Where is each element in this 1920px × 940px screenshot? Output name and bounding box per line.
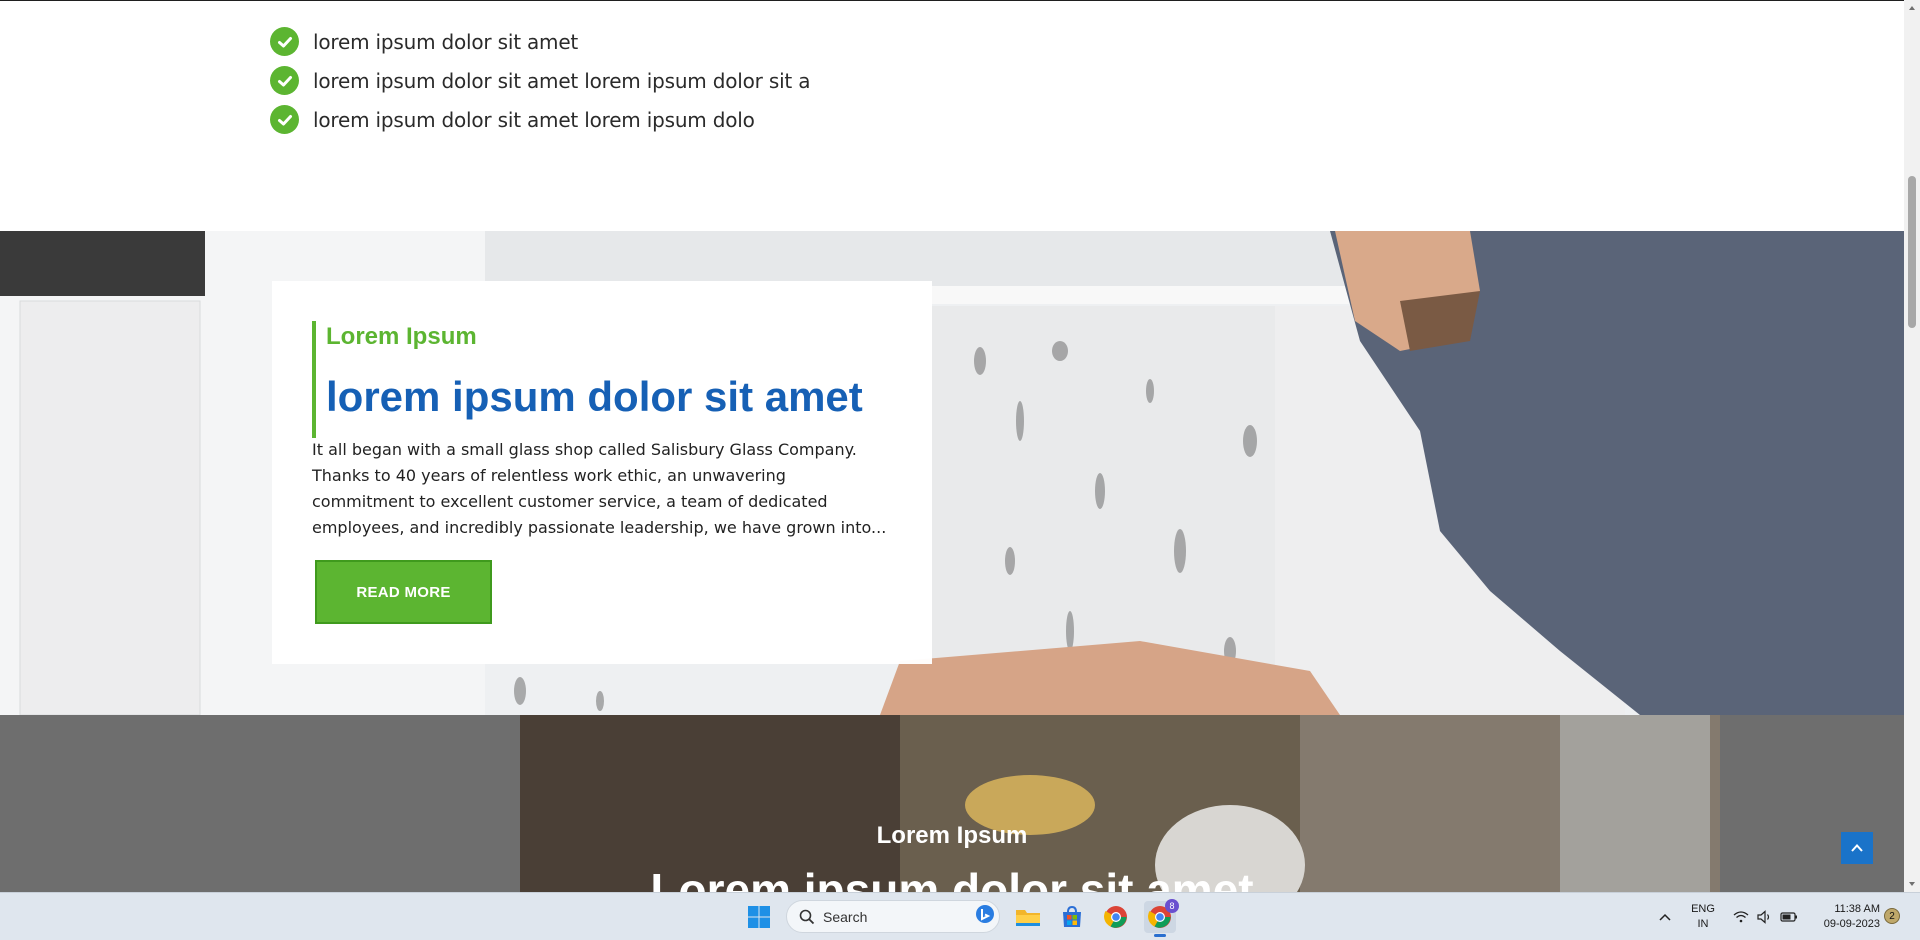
- region-code: IN: [1697, 918, 1709, 930]
- language-code: ENG: [1691, 903, 1715, 915]
- checklist-item-text: lorem ipsum dolor sit amet: [313, 29, 579, 54]
- windows-start-icon[interactable]: [743, 901, 775, 933]
- scrollbar-thumb[interactable]: [1908, 176, 1916, 328]
- feature-title: lorem ipsum dolor sit amet: [326, 373, 863, 420]
- read-more-button[interactable]: READ MORE: [315, 560, 492, 624]
- file-explorer-icon[interactable]: [1012, 901, 1044, 933]
- section-title: Lorem ipsum dolor sit amet: [650, 864, 1254, 892]
- scroll-to-top-button[interactable]: [1841, 832, 1873, 864]
- section-eyebrow: Lorem Ipsum: [876, 822, 1028, 849]
- search-label: Search: [823, 908, 868, 925]
- taskbar-clock[interactable]: 11:38 AM 09-09-2023: [1808, 902, 1880, 932]
- top-divider: [0, 0, 1904, 1]
- mold-inspection-section: Lorem Ipsum lorem ipsum dolor sit amet I…: [0, 231, 1904, 715]
- checkmark-icon: [270, 105, 299, 134]
- checklist-item: lorem ipsum dolor sit amet lorem ipsum d…: [270, 61, 810, 100]
- scroll-down-arrow-icon[interactable]: [1908, 880, 1916, 888]
- feature-card: Lorem Ipsum lorem ipsum dolor sit amet I…: [272, 281, 932, 664]
- battery-icon[interactable]: [1776, 901, 1802, 933]
- checklist-item: lorem ipsum dolor sit amet lorem ipsum d…: [270, 100, 810, 139]
- active-app-indicator: [1154, 934, 1166, 937]
- checklist-item-text: lorem ipsum dolor sit amet lorem ipsum d…: [313, 107, 755, 132]
- checklist-item-text: lorem ipsum dolor sit amet lorem ipsum d…: [313, 68, 811, 93]
- speaker-icon[interactable]: [1752, 901, 1778, 933]
- clock-time: 11:38 AM: [1834, 903, 1880, 915]
- language-indicator[interactable]: ENG IN: [1688, 902, 1718, 932]
- page-scrollbar[interactable]: [1904, 0, 1920, 892]
- chevron-up-icon: [1851, 844, 1863, 852]
- microsoft-store-icon[interactable]: [1056, 901, 1088, 933]
- feature-body: It all began with a small glass shop cal…: [312, 440, 887, 537]
- taskbar-search[interactable]: Search: [786, 900, 1000, 933]
- checkmark-icon: [270, 66, 299, 95]
- browser-page: lorem ipsum dolor sit amet lorem ipsum d…: [0, 0, 1904, 892]
- clock-date: 09-09-2023: [1823, 918, 1880, 930]
- accent-bar: [312, 321, 316, 438]
- chrome-profile-badge: 8: [1165, 899, 1179, 913]
- feature-eyebrow: Lorem Ipsum: [326, 323, 477, 350]
- feature-checklist: lorem ipsum dolor sit amet lorem ipsum d…: [270, 22, 810, 139]
- windows-taskbar: Search ENG IN 11:38 AM 09-09-2023 2: [0, 892, 1920, 940]
- scroll-up-arrow-icon[interactable]: [1908, 4, 1916, 12]
- checklist-item: lorem ipsum dolor sit amet: [270, 22, 810, 61]
- next-section: Lorem Ipsum Lorem ipsum dolor sit amet: [0, 715, 1904, 892]
- chevron-up-icon[interactable]: [1649, 901, 1681, 933]
- chrome-icon[interactable]: [1100, 901, 1132, 933]
- search-icon: [799, 909, 815, 924]
- notification-badge[interactable]: 2: [1884, 908, 1900, 924]
- bing-icon[interactable]: [975, 904, 995, 929]
- wifi-icon[interactable]: [1728, 901, 1754, 933]
- checkmark-icon: [270, 27, 299, 56]
